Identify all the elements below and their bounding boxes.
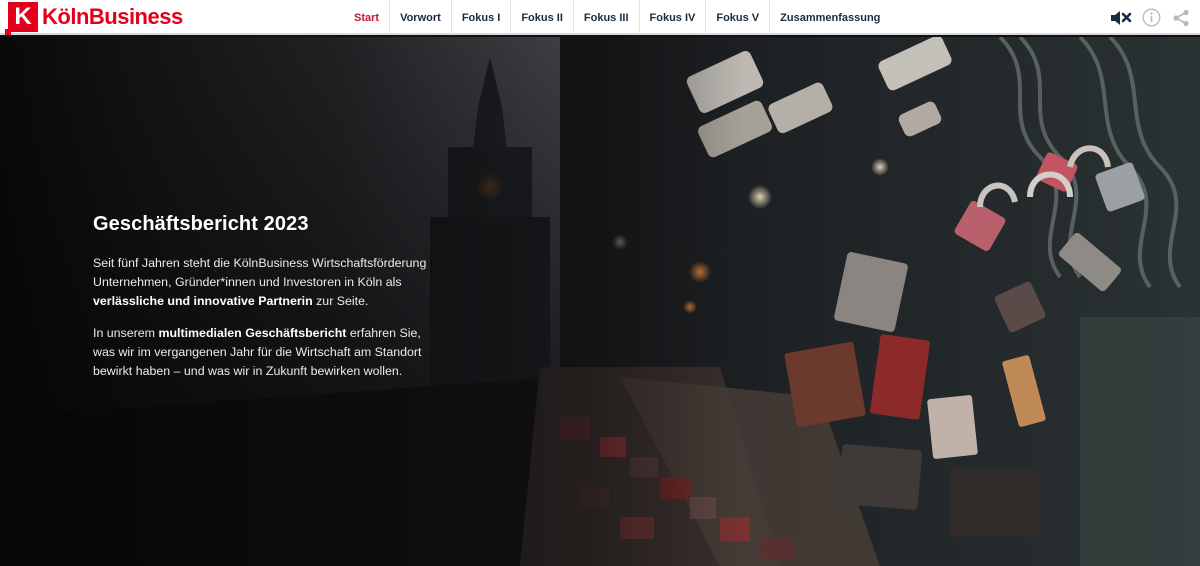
intro-p1-text: Seit fünf Jahren steht die KölnBusiness … <box>93 256 427 289</box>
share-button[interactable] <box>1170 7 1192 29</box>
intro-paragraph-1: Seit fünf Jahren steht die KölnBusiness … <box>93 254 433 311</box>
hero-section: Geschäftsbericht 2023 Seit fünf Jahren s… <box>0 37 1200 566</box>
info-icon <box>1142 8 1160 27</box>
main-nav: Start Vorwort Fokus I Fokus II Fokus III… <box>344 0 890 35</box>
nav-item-vorwort[interactable]: Vorwort <box>390 0 452 35</box>
nav-item-fokus-2[interactable]: Fokus II <box>511 0 574 35</box>
nav-item-fokus-4[interactable]: Fokus IV <box>640 0 707 35</box>
koelnbusiness-logo[interactable]: K KölnBusiness <box>0 0 183 35</box>
page-title: Geschäftsbericht 2023 <box>93 213 309 235</box>
intro-p1-emphasis: verlässliche und innovative Partnerin <box>93 294 313 308</box>
nav-item-start[interactable]: Start <box>344 0 391 35</box>
hero-intro: Geschäftsbericht 2023 Seit fünf Jahren s… <box>93 213 433 394</box>
intro-p2-emphasis: multimedialen Geschäftsbericht <box>158 326 347 340</box>
nav-item-fokus-3[interactable]: Fokus III <box>574 0 640 35</box>
logo-letter: K <box>14 2 32 30</box>
info-button[interactable] <box>1140 7 1162 29</box>
nav-item-zusammenfassung[interactable]: Zusammenfassung <box>770 0 890 35</box>
mute-icon <box>1111 10 1132 25</box>
mute-button[interactable] <box>1110 7 1132 29</box>
logo-mark: K <box>5 1 38 35</box>
intro-p1-end: zur Seite. <box>312 294 369 308</box>
nav-item-fokus-5[interactable]: Fokus V <box>706 0 771 35</box>
intro-paragraph-2: In unserem multimedialen Geschäftsberich… <box>93 324 433 381</box>
top-navigation-bar: K KölnBusiness Start Vorwort Fokus I Fok… <box>0 0 1200 35</box>
logo-wordmark: KölnBusiness <box>42 3 183 29</box>
header-tools <box>1110 0 1192 35</box>
share-icon <box>1173 9 1189 26</box>
intro-p2-text: In unserem <box>93 326 159 340</box>
nav-item-fokus-1[interactable]: Fokus I <box>452 0 512 35</box>
